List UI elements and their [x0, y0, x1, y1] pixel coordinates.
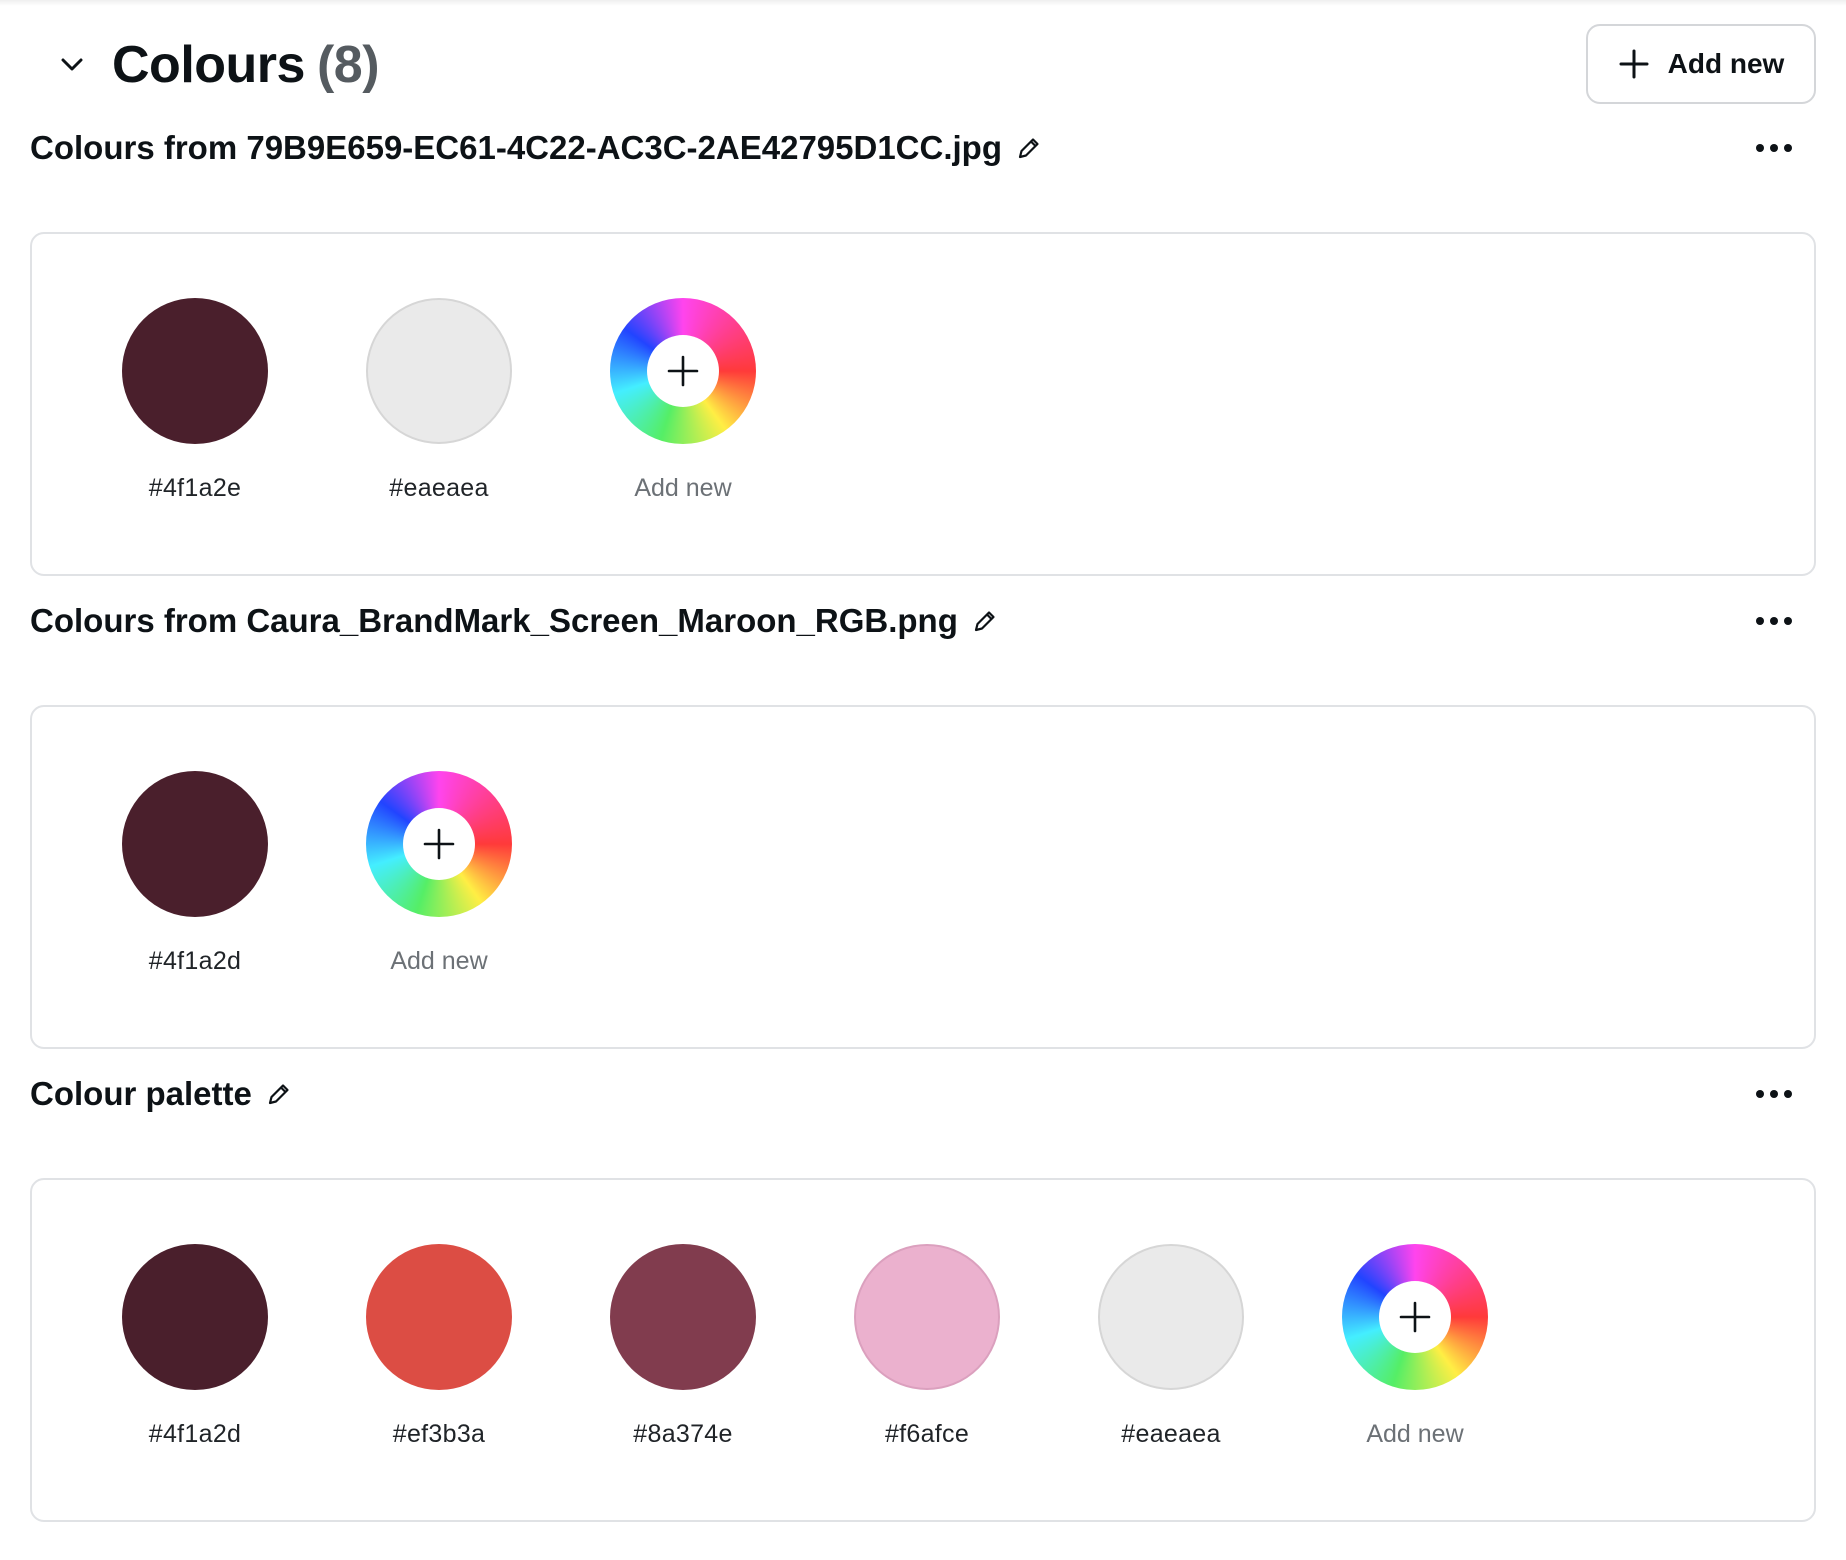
plus-icon — [667, 355, 699, 387]
add-colour-label: Add new — [390, 947, 488, 975]
colour-wheel-icon — [1342, 1244, 1488, 1390]
add-colour-button[interactable]: Add new — [1342, 1244, 1488, 1449]
pencil-icon[interactable] — [1016, 133, 1046, 163]
colour-count: (8) — [316, 36, 380, 94]
colour-swatch[interactable]: #ef3b3a — [366, 1244, 512, 1449]
group-title: Colour palette — [30, 1075, 252, 1112]
colour-group-header: Colour palette — [30, 1064, 1816, 1124]
swatch-hex: #eaeaea — [1121, 1420, 1221, 1448]
colour-swatch[interactable]: #8a374e — [610, 1244, 756, 1449]
colour-swatch[interactable]: #eaeaea — [1098, 1244, 1244, 1449]
group-title: Colours from 79B9E659-EC61-4C22-AC3C-2AE… — [30, 129, 1003, 166]
add-colour-button[interactable]: Add new — [366, 771, 512, 976]
plus-icon — [423, 828, 455, 860]
swatch-hex: #8a374e — [633, 1420, 733, 1448]
brand-kit-colours-panel: Colours (8) Add new Colours from 79B9E659… — [0, 0, 1846, 1560]
page-title: Colours (8) — [112, 35, 380, 95]
more-options-icon[interactable] — [1744, 597, 1804, 645]
pencil-icon[interactable] — [266, 1079, 296, 1109]
colour-group-card: #4f1a2d Add new — [30, 705, 1816, 1049]
swatch-circle — [610, 1244, 756, 1390]
swatch-hex: #ef3b3a — [392, 1420, 486, 1448]
swatch-hex: #eaeaea — [389, 474, 489, 502]
plus-icon — [1619, 49, 1649, 79]
swatch-circle — [366, 298, 512, 444]
chevron-down-icon[interactable] — [46, 39, 98, 91]
swatch-circle — [122, 771, 268, 917]
swatch-circle — [122, 1244, 268, 1390]
top-divider — [0, 0, 1846, 6]
add-new-button[interactable]: Add new — [1586, 24, 1816, 104]
swatch-circle — [122, 298, 268, 444]
colour-swatch[interactable]: #4f1a2d — [122, 771, 268, 976]
colours-header: Colours (8) Add new — [36, 24, 1816, 106]
add-new-label: Add new — [1667, 48, 1785, 79]
swatch-hex: #4f1a2e — [148, 474, 242, 502]
colour-swatch[interactable]: #f6afce — [854, 1244, 1000, 1449]
colour-wheel-icon — [366, 771, 512, 917]
colour-group-header: Colours from 79B9E659-EC61-4C22-AC3C-2AE… — [30, 118, 1816, 178]
swatch-circle — [1098, 1244, 1244, 1390]
swatch-circle — [854, 1244, 1000, 1390]
colour-swatch[interactable]: #4f1a2d — [122, 1244, 268, 1449]
more-options-icon[interactable] — [1744, 124, 1804, 172]
plus-icon — [1399, 1301, 1431, 1333]
swatch-hex: #4f1a2d — [148, 947, 242, 975]
add-colour-label: Add new — [634, 474, 732, 502]
pencil-icon[interactable] — [972, 606, 1002, 636]
add-colour-button[interactable]: Add new — [610, 298, 756, 503]
colour-group-card: #4f1a2e #eaeaea Add new — [30, 232, 1816, 576]
swatch-hex: #4f1a2d — [148, 1420, 242, 1448]
colour-swatch[interactable]: #4f1a2e — [122, 298, 268, 503]
add-colour-label: Add new — [1366, 1420, 1464, 1448]
colour-group-header: Colours from Caura_BrandMark_Screen_Maro… — [30, 591, 1816, 651]
colour-group-card: #4f1a2d #ef3b3a #8a374e #f6afce #eaeaea — [30, 1178, 1816, 1522]
colour-swatch[interactable]: #eaeaea — [366, 298, 512, 503]
title-text: Colours — [112, 36, 305, 94]
more-options-icon[interactable] — [1744, 1070, 1804, 1118]
swatch-hex: #f6afce — [884, 1420, 970, 1448]
colour-wheel-icon — [610, 298, 756, 444]
swatch-circle — [366, 1244, 512, 1390]
group-title: Colours from Caura_BrandMark_Screen_Maro… — [30, 602, 958, 639]
